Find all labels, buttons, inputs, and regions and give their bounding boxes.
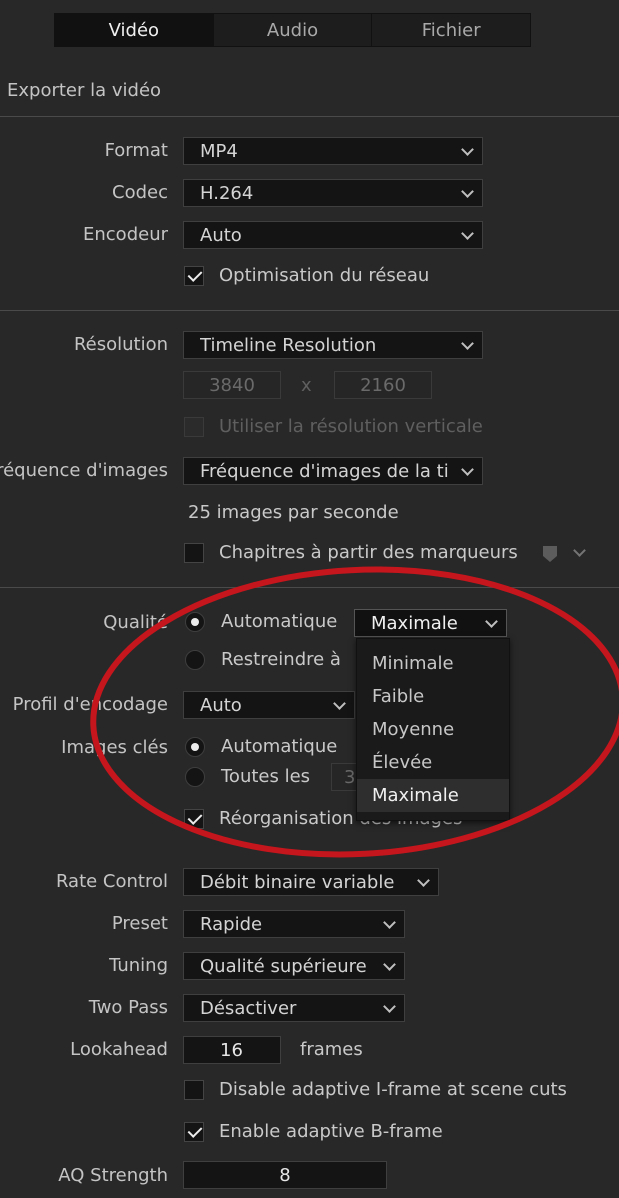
- chapters-checkbox[interactable]: [184, 543, 204, 563]
- vertical-resolution-checkbox[interactable]: [184, 417, 204, 437]
- quality-restrict-radio[interactable]: [185, 650, 205, 670]
- two-pass-select[interactable]: Désactiver: [183, 994, 405, 1022]
- chevron-down-icon[interactable]: [565, 538, 593, 566]
- tab-file[interactable]: Fichier: [372, 14, 530, 46]
- network-optimization-checkbox[interactable]: [184, 266, 204, 286]
- rate-control-select[interactable]: Débit binaire variable: [183, 868, 439, 896]
- framerate-label: réquence d'images: [0, 460, 168, 481]
- chevron-down-icon: [374, 995, 404, 1021]
- divider: [0, 587, 619, 588]
- quality-value: Maximale: [371, 612, 458, 634]
- lookahead-label: Lookahead: [70, 1039, 168, 1060]
- chevron-down-icon: [476, 610, 506, 636]
- network-optimization-label: Optimisation du réseau: [219, 265, 430, 286]
- chevron-down-icon: [452, 222, 482, 248]
- encoding-profile-value: Auto: [200, 694, 242, 716]
- quality-select[interactable]: Maximale: [354, 609, 507, 637]
- tuning-select[interactable]: Qualité supérieure: [183, 952, 405, 980]
- quality-auto-label: Automatique: [221, 611, 338, 632]
- keyframes-auto-label: Automatique: [221, 736, 338, 757]
- codec-value: H.264: [200, 182, 254, 204]
- lookahead-input[interactable]: 16: [183, 1036, 281, 1064]
- adaptive-i-frame-label: Disable adaptive I-frame at scene cuts: [219, 1079, 567, 1100]
- chapters-label: Chapitres à partir des marqueurs: [219, 542, 518, 563]
- adaptive-b-frame-checkbox[interactable]: [184, 1122, 204, 1142]
- format-select[interactable]: MP4: [183, 137, 483, 165]
- tuning-value: Qualité supérieure: [200, 955, 367, 977]
- chevron-down-icon: [374, 911, 404, 937]
- preset-select[interactable]: Rapide: [183, 910, 405, 938]
- aq-strength-input[interactable]: 8: [183, 1161, 387, 1189]
- chevron-down-icon: [452, 458, 482, 484]
- keyframes-auto-radio[interactable]: [185, 737, 205, 757]
- chevron-down-icon: [452, 332, 482, 358]
- two-pass-label: Two Pass: [88, 997, 168, 1018]
- tab-bar: Vidéo Audio Fichier: [54, 13, 531, 47]
- tuning-label: Tuning: [109, 955, 168, 976]
- chevron-down-icon: [452, 138, 482, 164]
- format-value: MP4: [200, 140, 238, 162]
- codec-label: Codec: [112, 182, 168, 203]
- codec-select[interactable]: H.264: [183, 179, 483, 207]
- adaptive-b-frame-label: Enable adaptive B-frame: [219, 1121, 443, 1142]
- tab-audio[interactable]: Audio: [214, 14, 373, 46]
- marker-icon[interactable]: [541, 544, 559, 564]
- tab-video[interactable]: Vidéo: [55, 14, 214, 46]
- resolution-value: Timeline Resolution: [200, 334, 377, 356]
- encoding-profile-label: Profil d'encodage: [12, 694, 168, 715]
- preset-label: Preset: [111, 913, 168, 934]
- aq-strength-label: AQ Strength: [58, 1165, 168, 1186]
- quality-option-minimale[interactable]: Minimale: [357, 647, 509, 680]
- two-pass-value: Désactiver: [200, 997, 297, 1019]
- quality-option-maximale[interactable]: Maximale: [357, 779, 509, 812]
- chevron-down-icon: [374, 953, 404, 979]
- chevron-down-icon: [324, 692, 354, 718]
- quality-option-elevee[interactable]: Élevée: [357, 746, 509, 779]
- resolution-label: Résolution: [73, 334, 168, 355]
- reorder-checkbox[interactable]: [184, 809, 204, 829]
- resolution-height-input[interactable]: 2160: [334, 371, 432, 399]
- vertical-resolution-label: Utiliser la résolution verticale: [219, 416, 483, 437]
- keyframes-every-label: Toutes les: [221, 766, 311, 787]
- framerate-value: Fréquence d'images de la ti: [200, 460, 449, 482]
- resolution-width-input[interactable]: 3840: [183, 371, 281, 399]
- resolution-x-separator: x: [301, 375, 312, 396]
- lookahead-unit: frames: [300, 1039, 363, 1060]
- quality-label: Qualité: [103, 612, 168, 633]
- chevron-down-icon: [452, 180, 482, 206]
- quality-option-faible[interactable]: Faible: [357, 680, 509, 713]
- divider: [0, 116, 619, 117]
- encoding-profile-select[interactable]: Auto: [183, 691, 355, 719]
- format-label: Format: [104, 140, 168, 161]
- keyframes-every-radio[interactable]: [185, 767, 205, 787]
- fps-text: 25 images par seconde: [188, 502, 399, 523]
- rate-control-value: Débit binaire variable: [200, 871, 395, 893]
- encoder-label: Encodeur: [83, 224, 168, 245]
- quality-dropdown-menu: Minimale Faible Moyenne Élevée Maximale: [356, 638, 510, 821]
- keyframes-label: Images clés: [61, 737, 168, 758]
- encoder-select[interactable]: Auto: [183, 221, 483, 249]
- encoder-value: Auto: [200, 224, 242, 246]
- quality-restrict-label: Restreindre à: [221, 649, 341, 670]
- quality-auto-radio[interactable]: [185, 612, 205, 632]
- framerate-select[interactable]: Fréquence d'images de la ti: [183, 457, 483, 485]
- quality-option-moyenne[interactable]: Moyenne: [357, 713, 509, 746]
- rate-control-label: Rate Control: [55, 871, 168, 892]
- adaptive-i-frame-checkbox[interactable]: [184, 1080, 204, 1100]
- resolution-select[interactable]: Timeline Resolution: [183, 331, 483, 359]
- preset-value: Rapide: [200, 913, 263, 935]
- divider: [0, 310, 619, 311]
- chevron-down-icon: [408, 869, 438, 895]
- export-video-label: Exporter la vidéo: [7, 80, 162, 101]
